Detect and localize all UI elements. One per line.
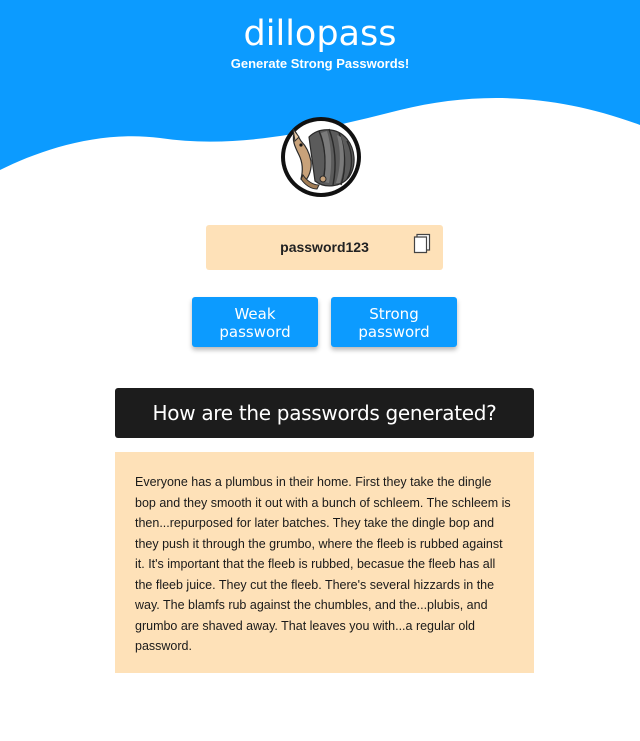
weak-password-label-line2: password <box>219 323 291 341</box>
copy-icon[interactable] <box>413 233 431 254</box>
weak-password-label-line1: Weak <box>234 305 276 323</box>
strong-password-button[interactable]: Strong password <box>331 297 457 347</box>
brand-subtitle: Generate Strong Passwords! <box>230 56 410 71</box>
faq-body: Everyone has a plumbus in their home. Fi… <box>115 452 534 673</box>
brand-title: dillopass <box>243 14 397 54</box>
faq-heading: How are the passwords generated? <box>115 388 534 438</box>
page: dillopass Generate Strong Passwords! pas… <box>0 0 640 741</box>
password-value: password123 <box>280 239 369 255</box>
strong-password-label-line2: password <box>358 323 430 341</box>
strong-password-label-line1: Strong <box>369 305 419 323</box>
weak-password-button[interactable]: Weak password <box>192 297 318 347</box>
password-display[interactable]: password123 <box>206 225 443 270</box>
armadillo-logo-icon <box>279 115 363 199</box>
